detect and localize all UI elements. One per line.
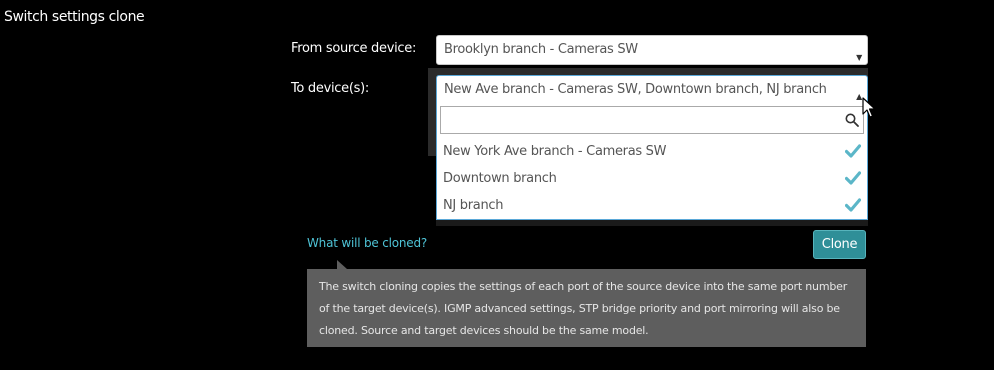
- option-label: NJ branch: [443, 198, 504, 213]
- to-devices-dropdown: New York Ave branch - Cameras SW Downtow…: [436, 104, 868, 220]
- search-icon: [845, 113, 859, 127]
- chevron-down-icon: ▼: [856, 53, 862, 62]
- clone-button[interactable]: Clone: [813, 230, 866, 259]
- dropdown-bottom-edge: [436, 220, 868, 226]
- what-will-be-cloned-link[interactable]: What will be cloned?: [307, 236, 427, 250]
- to-devices-select[interactable]: New Ave branch - Cameras SW, Downtown br…: [436, 75, 868, 105]
- tooltip-pointer: [337, 260, 347, 269]
- mouse-pointer-icon: [862, 97, 876, 118]
- to-devices-value: New Ave branch - Cameras SW, Downtown br…: [444, 82, 827, 97]
- dropdown-option-downtown[interactable]: Downtown branch: [437, 165, 867, 192]
- dropdown-search-input[interactable]: [440, 106, 864, 134]
- option-label: New York Ave branch - Cameras SW: [443, 144, 667, 159]
- from-source-device-label: From source device:: [291, 41, 417, 56]
- page-title: Switch settings clone: [4, 9, 145, 25]
- check-icon: [845, 171, 861, 185]
- to-devices-label: To device(s):: [291, 81, 369, 96]
- clone-info-tooltip: The switch cloning copies the settings o…: [307, 269, 866, 347]
- switch-settings-clone-page: Switch settings clone From source device…: [0, 0, 994, 370]
- check-icon: [845, 144, 861, 158]
- check-icon: [845, 198, 861, 212]
- from-source-device-value: Brooklyn branch - Cameras SW: [444, 42, 638, 57]
- from-source-device-select[interactable]: Brooklyn branch - Cameras SW ▼: [436, 35, 868, 65]
- option-label: Downtown branch: [443, 171, 557, 186]
- dropdown-option-nj-branch[interactable]: NJ branch: [437, 192, 867, 219]
- dropdown-option-new-york-ave[interactable]: New York Ave branch - Cameras SW: [437, 138, 867, 165]
